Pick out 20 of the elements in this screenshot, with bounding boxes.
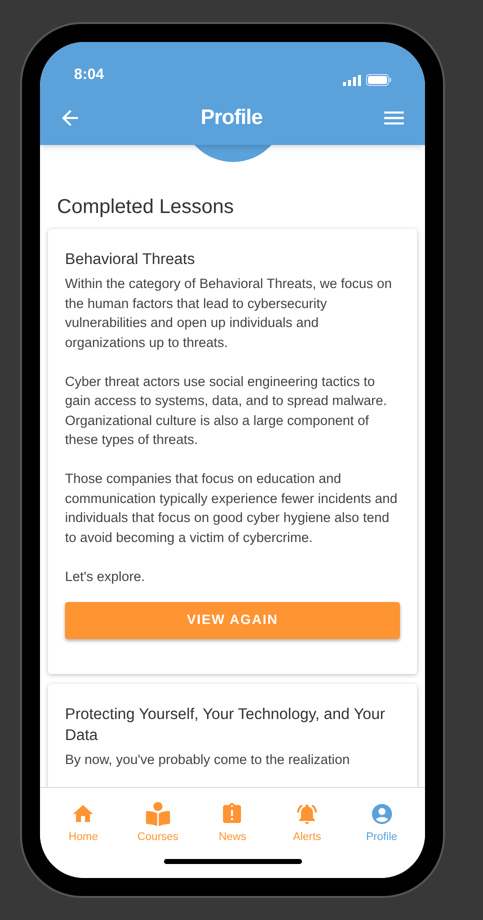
lesson-title: Protecting Yourself, Your Technology, and Your Data (65, 704, 386, 746)
nav-tab[interactable]: Profile (346, 802, 417, 846)
lesson-paragraph: Cyber threat actors use social engineering tactics to gain access to systems, data, and to spread malware. Organizational culture is also a large component of these types of threats. (65, 372, 388, 449)
lesson-paragraph: Within the category of Behavioral Threats, we focus on the human factors that lead to cybersecurity vulnerabilities and open up individuals and organizations up to threats. (65, 275, 393, 352)
nav-tab[interactable]: Home (48, 802, 118, 846)
lesson-title: Behavioral Threats (65, 250, 196, 270)
view-again-button[interactable]: VIEW AGAIN (65, 602, 400, 638)
nav-tab[interactable]: Courses (122, 802, 193, 846)
nav-tab[interactable]: News (197, 802, 268, 846)
section-title: Completed Lessons (56, 195, 235, 220)
status-time: 8:04 (74, 64, 104, 84)
nav-tab[interactable]: Alerts (272, 802, 342, 846)
lesson-paragraph: Let's explore. (65, 568, 146, 586)
book-reader-icon (146, 802, 170, 826)
lesson-paragraph: By now, you've probably come to the realization (65, 750, 351, 769)
header-title: Profile (200, 104, 262, 131)
lesson-paragraph: Those companies that focus on education and communication typically experience fewer incidents and individuals that focus on good cyber hygiene also tend to avoid becoming a victim of cybercrime. (65, 470, 398, 547)
signal-icon (343, 74, 361, 86)
battery-icon (366, 74, 391, 86)
bell-icon (295, 802, 320, 826)
